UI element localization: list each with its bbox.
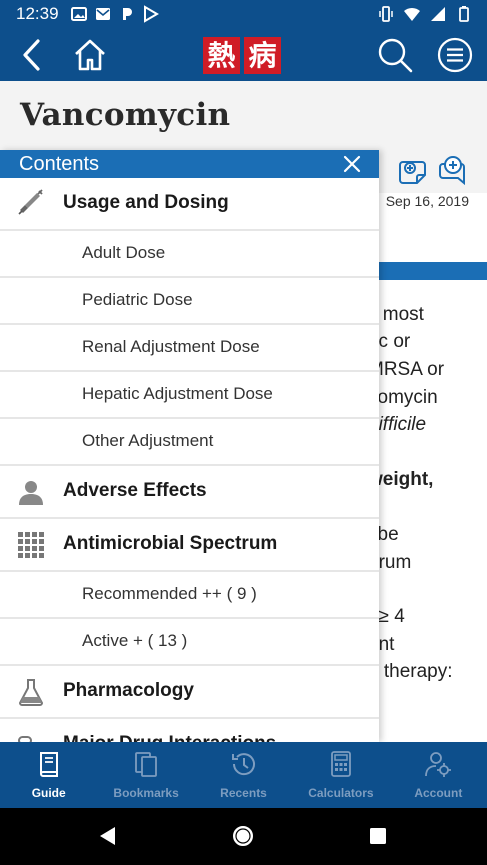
contents-item-label: Usage and Dosing [63, 192, 229, 213]
syringe-icon [18, 189, 43, 215]
contents-item-antimicrobial-spectrum[interactable]: Antimicrobial Spectrum [0, 519, 379, 572]
system-status-icons [377, 5, 473, 23]
page-title: Vancomycin [20, 97, 231, 133]
contents-item-label: Other Adjustment [82, 431, 214, 450]
contents-item-pharmacology[interactable]: Pharmacology [0, 666, 379, 719]
contents-item-other-adjustment[interactable]: Other Adjustment [0, 419, 379, 466]
contents-item-adult-dose[interactable]: Adult Dose [0, 231, 379, 278]
signal-icon [431, 7, 445, 21]
add-note-icon[interactable] [397, 154, 431, 186]
body-text-line: MRSA or [368, 359, 445, 380]
contents-item-label: Adverse Effects [63, 480, 207, 501]
contents-item-pediatric-dose[interactable]: Pediatric Dose [0, 278, 379, 325]
nav-calculators[interactable]: Calculators [292, 742, 389, 808]
contents-item-label: Antimicrobial Spectrum [63, 533, 278, 554]
wifi-icon [404, 7, 420, 21]
close-icon[interactable] [343, 155, 361, 173]
bookmarks-icon [135, 752, 158, 777]
search-button[interactable] [375, 35, 415, 75]
contents-item-label: Pediatric Dose [82, 290, 193, 309]
contents-item-label: Adult Dose [82, 243, 166, 262]
calculator-icon [331, 751, 351, 777]
battery-icon [459, 6, 469, 22]
system-back-icon[interactable] [97, 826, 117, 846]
image-notification-icon [71, 7, 87, 21]
contents-item-label: Pharmacology [63, 680, 194, 701]
nav-label: Account [414, 786, 463, 800]
app-logo[interactable]: 熱 病 [203, 37, 281, 74]
home-button[interactable] [70, 35, 110, 75]
body-text-line: e therapy: [368, 661, 453, 682]
account-icon [425, 752, 452, 777]
menu-icon [437, 37, 473, 73]
system-nav-bar [0, 808, 487, 865]
p-notification-icon [123, 8, 132, 20]
zoom-in-icon[interactable] [437, 154, 471, 186]
logo-char-1: 熱 [203, 37, 240, 74]
contents-item-label: Recommended ++ ( 9 ) [82, 584, 257, 603]
nav-label: Calculators [308, 786, 374, 800]
status-time: 12:39 [16, 4, 59, 23]
nav-label: Bookmarks [113, 786, 179, 800]
system-home-icon[interactable] [232, 825, 254, 847]
search-icon [378, 38, 413, 73]
contents-drawer: Contents Usage and Dosing Adult Dose Ped… [0, 150, 379, 742]
mail-notification-icon [96, 8, 110, 20]
contents-item-hepatic-adjustment[interactable]: Hepatic Adjustment Dose [0, 372, 379, 419]
nav-account[interactable]: Account [390, 742, 487, 808]
contents-item-active[interactable]: Active + ( 13 ) [0, 619, 379, 666]
nav-recents[interactable]: Recents [195, 742, 292, 808]
flask-icon [18, 679, 44, 706]
home-icon [75, 39, 105, 71]
contents-item-usage-dosing[interactable]: Usage and Dosing [0, 178, 379, 231]
notification-icons [70, 5, 160, 23]
contents-item-label: Renal Adjustment Dose [82, 337, 260, 356]
drawer-header: Contents [0, 150, 379, 178]
menu-button[interactable] [435, 35, 475, 75]
contents-item-renal-adjustment[interactable]: Renal Adjustment Dose [0, 325, 379, 372]
back-button[interactable] [12, 35, 52, 75]
pills-icon [18, 736, 32, 742]
grid-icon [18, 532, 44, 558]
nav-guide[interactable]: Guide [0, 742, 97, 808]
contents-item-recommended[interactable]: Recommended ++ ( 9 ) [0, 572, 379, 619]
system-recents-icon[interactable] [369, 827, 387, 845]
contents-item-label: Major Drug Interactions [63, 733, 276, 742]
updated-date: Sep 16, 2019 [385, 193, 469, 209]
bottom-nav: Guide Bookmarks Recents Calculators Acco… [0, 742, 487, 808]
clock-icon [231, 753, 255, 776]
contents-item-adverse-effects[interactable]: Adverse Effects [0, 466, 379, 519]
back-arrow-icon [23, 39, 40, 71]
contents-item-label: Hepatic Adjustment Dose [82, 384, 273, 403]
contents-item-label: Active + ( 13 ) [82, 631, 188, 650]
person-icon [19, 481, 43, 505]
status-bar: 12:39 [0, 0, 487, 29]
nav-label: Recents [220, 786, 267, 800]
nav-bookmarks[interactable]: Bookmarks [97, 742, 194, 808]
logo-char-2: 病 [244, 37, 281, 74]
contents-item-drug-interactions[interactable]: Major Drug Interactions [0, 719, 379, 742]
book-icon [39, 752, 58, 777]
vibrate-icon [379, 6, 393, 22]
nav-label: Guide [31, 786, 66, 800]
drawer-title: Contents [19, 153, 100, 175]
play-store-icon [144, 5, 159, 23]
